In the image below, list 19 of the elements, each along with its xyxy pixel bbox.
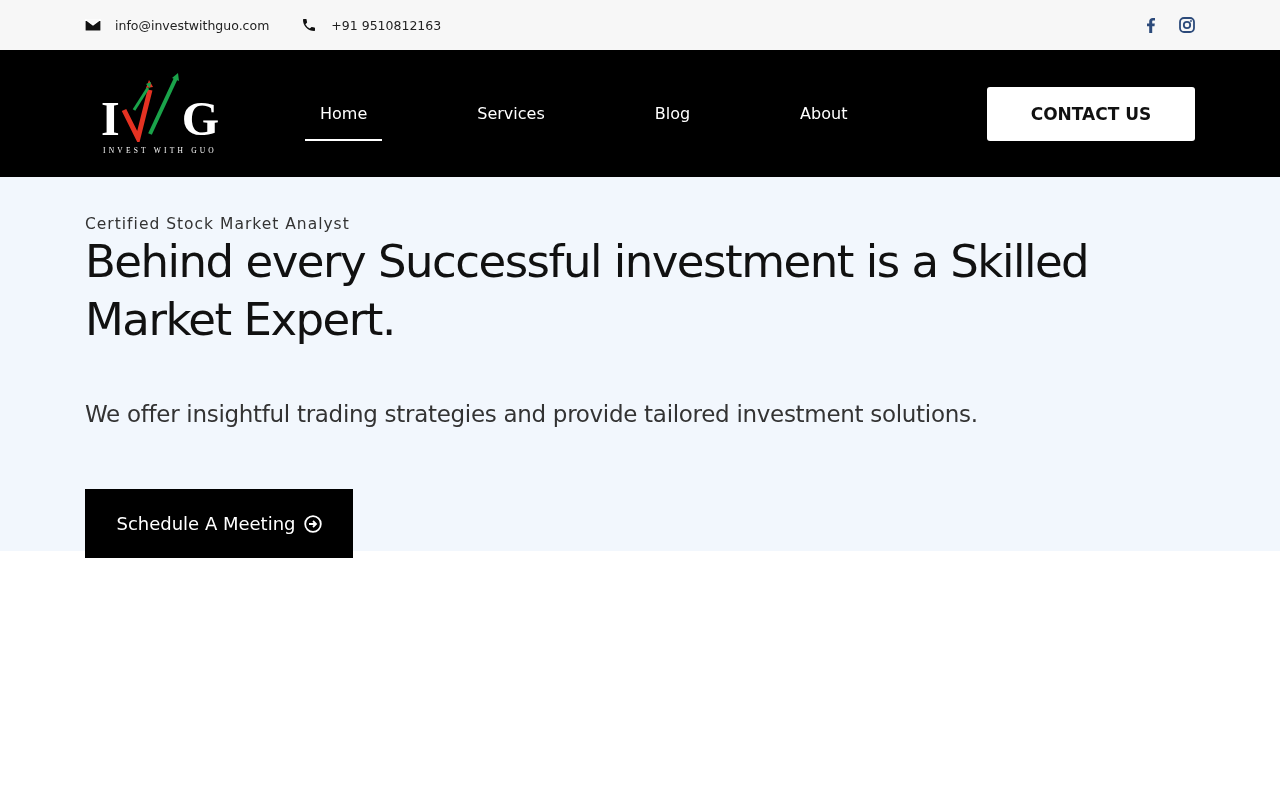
nav-link[interactable]: About [785, 88, 863, 141]
logo-arrows-drawing [119, 72, 182, 142]
nav-link[interactable]: Home [305, 88, 383, 141]
hero-text: We offer insightful trading strategies and provide tailored investment solutions. [85, 401, 979, 427]
hero-heading: Behind every Successful investment is a Skilled Market Expert. [85, 234, 1090, 348]
logo-letter: I [101, 96, 120, 142]
facebook-icon[interactable] [1147, 17, 1155, 33]
nav-link[interactable]: Blog [639, 88, 706, 141]
schedule-meeting-button[interactable]: Schedule A Meeting [85, 489, 353, 558]
arrow-circle-icon [303, 514, 322, 533]
logo-letter: G [181, 96, 219, 142]
phone-icon [301, 17, 318, 33]
contact-button[interactable]: CONTACT US [987, 86, 1195, 141]
phone-text: +91 9510812163 [331, 17, 442, 33]
mail-icon [85, 19, 101, 31]
instagram-icon[interactable] [1179, 17, 1195, 33]
nav-link[interactable]: Services [462, 88, 560, 141]
hero-eyebrow: Certified Stock Market Analyst [85, 215, 351, 233]
email-text: info@investwithguo.com [115, 17, 270, 33]
